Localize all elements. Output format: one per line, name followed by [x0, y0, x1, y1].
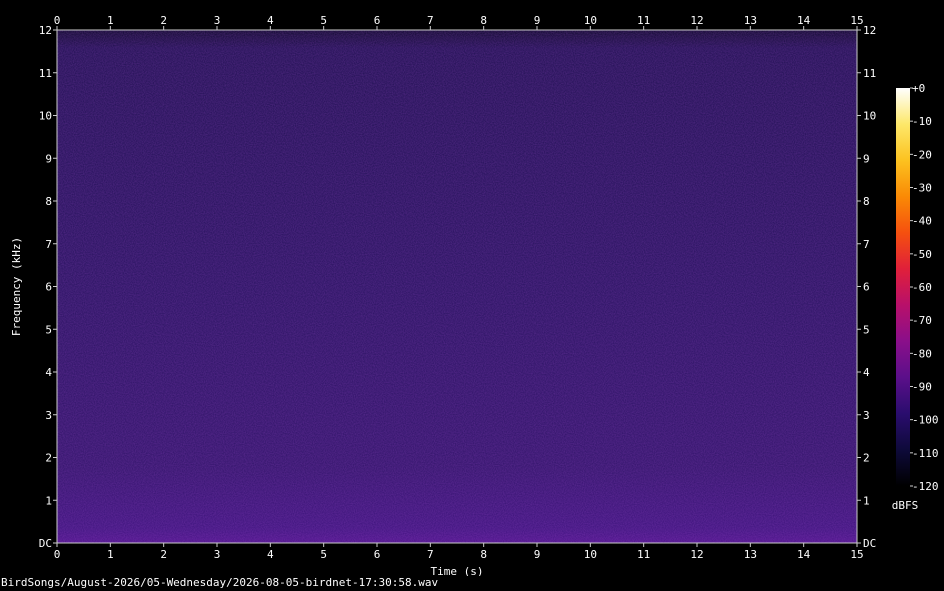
- x-tick-label-top: 4: [267, 14, 274, 27]
- colorbar-ticks: +0 -10 -20 -30 -40 -50 -60 -70 -80 -90 -100 -110 -12…: [910, 82, 939, 493]
- y-tick-label-right: 9: [863, 152, 870, 165]
- colorbar-tick-label: -10: [912, 115, 932, 128]
- x-tick-label-bottom: 15: [850, 548, 863, 561]
- x-tick-label-bottom: 12: [690, 548, 703, 561]
- x-tick-label-top: 14: [797, 14, 811, 27]
- colorbar-tick-label: -60: [912, 281, 932, 294]
- y-tick-label-right: 4: [863, 366, 870, 379]
- y-tick-label-right: 3: [863, 409, 870, 422]
- y-tick-label-right: 5: [863, 323, 870, 336]
- x-tick-label-bottom: 3: [214, 548, 221, 561]
- x-tick-label-top: 11: [637, 14, 650, 27]
- y-ticks-left: DC123456789101112: [39, 24, 57, 550]
- y-axis-label: Frequency (kHz): [10, 237, 23, 336]
- x-tick-label-bottom: 4: [267, 548, 274, 561]
- x-tick-label-bottom: 6: [374, 548, 381, 561]
- x-ticks-bottom: 0 1 2 3 4 5 6 7 8 9 10 11 12 13 14 15: [54, 543, 864, 561]
- x-tick-label-top: 8: [480, 14, 487, 27]
- colorbar-tick-label: +0: [912, 82, 925, 95]
- colorbar-tick-label: -110: [912, 447, 939, 460]
- x-axis-label: Time (s): [431, 565, 484, 576]
- x-tick-label-bottom: 0: [54, 548, 61, 561]
- y-tick-label-right: 6: [863, 281, 870, 294]
- y-tick-label-right: 10: [863, 110, 876, 123]
- x-tick-label-top: 5: [320, 14, 327, 27]
- colorbar-label: dBFS: [892, 499, 919, 512]
- x-tick-label-top: 2: [160, 14, 167, 27]
- colorbar-tick-label: -70: [912, 314, 932, 327]
- spectrogram-chart: 0 1 2 3 4 5 6 7 8 9 10 11 12 13 14 15 0 1 2 3 4 5 6 7 8 9 10 11 12 1…: [10, 14, 939, 576]
- y-tick-label-left: 4: [45, 366, 52, 379]
- y-tick-label-left: 1: [45, 494, 52, 507]
- x-tick-label-bottom: 14: [797, 548, 811, 561]
- x-tick-label-top: 13: [744, 14, 757, 27]
- y-tick-label-left: 8: [45, 195, 52, 208]
- x-tick-label-top: 0: [54, 14, 61, 27]
- colorbar-tick-label: -50: [912, 248, 932, 261]
- colorbar: +0 -10 -20 -30 -40 -50 -60 -70 -80 -90 -100 -110 -12…: [892, 82, 939, 512]
- y-tick-label-right: 7: [863, 238, 870, 251]
- x-tick-label-top: 3: [214, 14, 221, 27]
- y-tick-label-right: DC: [863, 537, 876, 550]
- plot-area: [56, 29, 858, 544]
- colorbar-tick-label: -30: [912, 182, 932, 195]
- y-tick-label-right: 1: [863, 494, 870, 507]
- y-tick-label-left: 5: [45, 323, 52, 336]
- colorbar-gradient: [896, 88, 910, 486]
- x-tick-label-bottom: 7: [427, 548, 434, 561]
- y-tick-label-left: 11: [39, 67, 52, 80]
- y-tick-label-left: 6: [45, 281, 52, 294]
- colorbar-tick-label: -90: [912, 381, 932, 394]
- colorbar-tick-label: -80: [912, 347, 932, 360]
- x-tick-label-bottom: 13: [744, 548, 757, 561]
- x-tick-label-top: 6: [374, 14, 381, 27]
- spectrogram-noise: [57, 30, 857, 543]
- x-tick-label-bottom: 10: [584, 548, 597, 561]
- y-tick-label-right: 12: [863, 24, 876, 37]
- y-tick-label-left: 12: [39, 24, 52, 37]
- colorbar-tick-label: -20: [912, 148, 932, 161]
- x-tick-label-bottom: 9: [534, 548, 541, 561]
- x-tick-label-top: 7: [427, 14, 434, 27]
- x-tick-label-top: 10: [584, 14, 597, 27]
- x-tick-label-top: 15: [850, 14, 863, 27]
- y-tick-label-right: 11: [863, 67, 876, 80]
- y-tick-label-left: 9: [45, 152, 52, 165]
- colorbar-tick-label: -100: [912, 414, 939, 427]
- x-tick-label-bottom: 8: [480, 548, 487, 561]
- x-tick-label-bottom: 11: [637, 548, 650, 561]
- x-tick-label-bottom: 2: [160, 548, 167, 561]
- y-ticks-right: DC123456789101112: [857, 24, 876, 550]
- file-path-caption: BirdSongs/August-2026/05-Wednesday/2026-…: [1, 576, 439, 589]
- y-tick-label-left: 2: [45, 452, 52, 465]
- y-tick-label-left: 3: [45, 409, 52, 422]
- y-tick-label-left: 7: [45, 238, 52, 251]
- x-tick-label-top: 1: [107, 14, 114, 27]
- y-tick-label-left: 10: [39, 110, 52, 123]
- colorbar-tick-label: -40: [912, 215, 932, 228]
- x-tick-label-bottom: 5: [320, 548, 327, 561]
- x-tick-label-bottom: 1: [107, 548, 114, 561]
- y-tick-label-right: 8: [863, 195, 870, 208]
- x-tick-label-top: 9: [534, 14, 541, 27]
- x-tick-label-top: 12: [690, 14, 703, 27]
- colorbar-tick-label: -120: [912, 480, 939, 493]
- y-tick-label-left: DC: [39, 537, 52, 550]
- y-tick-label-right: 2: [863, 452, 870, 465]
- x-ticks-top: 0 1 2 3 4 5 6 7 8 9 10 11 12 13 14 15: [54, 14, 864, 30]
